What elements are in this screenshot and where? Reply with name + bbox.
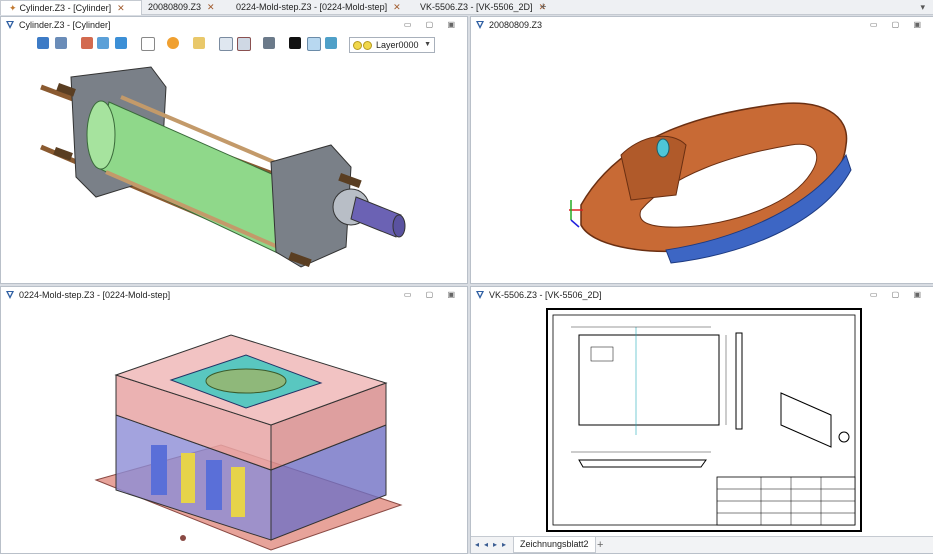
pane-title-part: 20080809.Z3 — [471, 17, 933, 33]
lighting-icon[interactable] — [193, 37, 205, 49]
mounting-hole — [180, 535, 186, 541]
document-tab-bar: ✦ Cylinder.Z3 - [Cylinder] ✕ 20080809.Z3 ✕ … — [0, 0, 933, 15]
chevron-down-icon: ▼ — [424, 41, 431, 48]
pane-title-text: Cylinder.Z3 - [Cylinder] — [19, 20, 111, 30]
layer-select-value: Layer0000 — [376, 40, 419, 50]
viewport-drawing[interactable]: VK-5506.Z3 - [VK-5506_2D] ▭ ▢ ▣ ◂ ◂ ▸ ▸ … — [470, 286, 933, 554]
molded-part — [205, 368, 287, 394]
pane-window-controls[interactable]: ▭ ▢ ▣ — [870, 17, 927, 33]
tab-mold-label: 0224-Mold-step.Z3 - [0224-Mold-step] — [236, 2, 388, 12]
zw3d-logo-icon — [6, 291, 14, 299]
pane-title-text: VK-5506.Z3 - [VK-5506_2D] — [489, 290, 602, 300]
part-lug — [620, 135, 687, 201]
add-sheet-button[interactable]: + — [597, 537, 603, 553]
tab-cylinder-label: Cylinder.Z3 - [Cylinder] — [19, 3, 112, 13]
lightbulb-icon — [353, 41, 362, 50]
render-mode-icon[interactable] — [55, 37, 67, 49]
tab-vk5506-label: VK-5506.Z3 - [VK-5506_2D] — [420, 2, 533, 12]
tab-20080809[interactable]: 20080809.Z3 ✕ — [140, 0, 230, 14]
zw3d-logo-icon — [6, 21, 14, 29]
barrel-face — [86, 100, 116, 170]
view-cube-icon[interactable] — [141, 37, 155, 51]
close-icon[interactable]: ✕ — [393, 2, 401, 12]
layer-status-icon — [363, 41, 372, 50]
black-color-icon[interactable] — [289, 37, 301, 49]
section-icon[interactable] — [219, 37, 233, 51]
tab-vk5506[interactable]: VK-5506.Z3 - [VK-5506_2D] ✕ — [412, 0, 546, 14]
tab-cylinder[interactable]: ✦ Cylinder.Z3 - [Cylinder] ✕ — [0, 0, 142, 15]
spring — [206, 460, 222, 510]
pane-window-controls[interactable]: ▭ ▢ ▣ — [404, 287, 461, 303]
pane-title-mold: 0224-Mold-step.Z3 - [0224-Mold-step] — [1, 287, 467, 303]
shade-icon[interactable] — [97, 37, 109, 49]
color-wheel-icon[interactable] — [167, 37, 179, 49]
part-hole — [656, 138, 670, 158]
axis-z — [570, 219, 580, 228]
pencil-icon[interactable] — [81, 37, 93, 49]
close-icon[interactable]: ✕ — [117, 3, 125, 13]
spring — [151, 445, 167, 495]
tab-20080809-label: 20080809.Z3 — [148, 2, 202, 12]
tab-list-button[interactable]: ▾ — [920, 0, 925, 14]
sheet-tab-bar: ◂ ◂ ▸ ▸ Zeichnungsblatt2 + — [471, 536, 933, 553]
display-filter-icon[interactable] — [263, 37, 275, 49]
cylinder-model-view[interactable] — [1, 57, 467, 283]
pane-title-text: 20080809.Z3 — [489, 20, 543, 30]
rod-end — [392, 214, 406, 238]
zw3d-logo-icon — [476, 291, 484, 299]
last-sheet-icon[interactable]: ▸ — [502, 537, 506, 553]
pane-title-cylinder: Cylinder.Z3 - [Cylinder] — [1, 17, 467, 33]
tab-mold[interactable]: 0224-Mold-step.Z3 - [0224-Mold-step] ✕ — [228, 0, 401, 14]
viewport-part[interactable]: 20080809.Z3 ▭ ▢ ▣ — [470, 16, 933, 284]
prev-sheet-icon[interactable]: ◂ — [484, 537, 488, 553]
mold-model-view[interactable] — [1, 305, 467, 553]
ejector-pin — [231, 467, 245, 517]
next-sheet-icon[interactable]: ▸ — [493, 537, 497, 553]
sheet-tab[interactable]: Zeichnungsblatt2 — [513, 537, 596, 553]
layer-select[interactable]: Layer0000 ▼ — [349, 37, 435, 53]
dimension-icon[interactable] — [237, 37, 251, 51]
pane-window-controls[interactable]: ▭ ▢ ▣ — [404, 17, 461, 33]
pane-window-controls[interactable]: ▭ ▢ ▣ — [870, 287, 927, 303]
ejector-pin — [181, 453, 195, 503]
pin-icon: ✦ — [9, 3, 17, 13]
layer-style-icon[interactable] — [325, 37, 337, 49]
cube-icon[interactable] — [115, 37, 127, 49]
pane-title-drawing: VK-5506.Z3 - [VK-5506_2D] — [471, 287, 933, 303]
background-icon[interactable] — [307, 37, 321, 51]
part-model-view[interactable] — [471, 35, 933, 283]
drawing-sheet-view[interactable] — [471, 305, 933, 535]
select-icon[interactable] — [37, 37, 49, 49]
viewport-cylinder[interactable]: Cylinder.Z3 - [Cylinder] ▭ ▢ ▣ Layer0000… — [0, 16, 468, 284]
viewport-mold[interactable]: 0224-Mold-step.Z3 - [0224-Mold-step] ▭ ▢… — [0, 286, 468, 554]
first-sheet-icon[interactable]: ◂ — [475, 537, 479, 553]
add-tab-button[interactable]: + — [540, 0, 546, 14]
close-icon[interactable]: ✕ — [207, 2, 215, 12]
zw3d-logo-icon — [476, 21, 484, 29]
pane-title-text: 0224-Mold-step.Z3 - [0224-Mold-step] — [19, 290, 171, 300]
